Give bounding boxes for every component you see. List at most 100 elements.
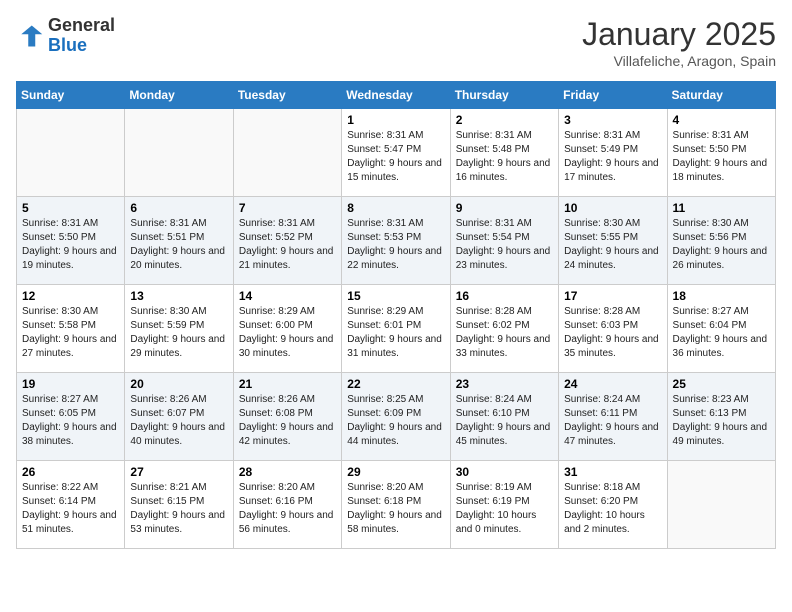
calendar-week-row: 5 Sunrise: 8:31 AMSunset: 5:50 PMDaylight… bbox=[17, 197, 776, 285]
day-number: 20 bbox=[130, 377, 227, 391]
calendar-day-cell: 30 Sunrise: 8:19 AMSunset: 6:19 PMDayligh… bbox=[450, 461, 558, 549]
logo-icon bbox=[16, 22, 44, 50]
title-block: January 2025 Villafeliche, Aragon, Spain bbox=[582, 16, 776, 69]
day-number: 24 bbox=[564, 377, 661, 391]
day-number: 9 bbox=[456, 201, 553, 215]
logo: General Blue bbox=[16, 16, 115, 56]
calendar-day-cell: 5 Sunrise: 8:31 AMSunset: 5:50 PMDaylight… bbox=[17, 197, 125, 285]
calendar-day-cell: 26Sunrise: 8:22 AMSunset: 6:14 PMDayligh… bbox=[17, 461, 125, 549]
day-number: 11 bbox=[673, 201, 770, 215]
calendar-week-row: 1 Sunrise: 8:31 AMSunset: 5:47 PMDaylight… bbox=[17, 109, 776, 197]
day-number: 19 bbox=[22, 377, 119, 391]
calendar-day-cell: 8 Sunrise: 8:31 AMSunset: 5:53 PMDaylight… bbox=[342, 197, 450, 285]
month-title: January 2025 bbox=[582, 16, 776, 53]
day-info: Sunrise: 8:25 AMSunset: 6:09 PMDaylight:… bbox=[347, 393, 444, 449]
day-info: Sunrise: 8:31 AMSunset: 5:50 PMDaylight:… bbox=[22, 217, 119, 273]
day-info: Sunrise: 8:28 AMSunset: 6:03 PMDaylight:… bbox=[564, 305, 661, 361]
day-info: Sunrise: 8:21 AMSunset: 6:15 PMDaylight:… bbox=[130, 481, 227, 537]
day-info: Sunrise: 8:30 AMSunset: 5:56 PMDaylight:… bbox=[673, 217, 770, 273]
day-info: Sunrise: 8:29 AMSunset: 6:01 PMDaylight:… bbox=[347, 305, 444, 361]
calendar-day-cell: 3 Sunrise: 8:31 AMSunset: 5:49 PMDaylight… bbox=[559, 109, 667, 197]
day-info: Sunrise: 8:19 AMSunset: 6:19 PMDaylight:… bbox=[456, 481, 553, 537]
day-number: 1 bbox=[347, 113, 444, 127]
day-info: Sunrise: 8:18 AMSunset: 6:20 PMDaylight:… bbox=[564, 481, 661, 537]
day-number: 8 bbox=[347, 201, 444, 215]
day-info: Sunrise: 8:31 AMSunset: 5:49 PMDaylight:… bbox=[564, 129, 661, 185]
day-number: 29 bbox=[347, 465, 444, 479]
day-info: Sunrise: 8:23 AMSunset: 6:13 PMDaylight:… bbox=[673, 393, 770, 449]
day-of-week-header: Tuesday bbox=[233, 82, 341, 109]
calendar-day-cell: 24 Sunrise: 8:24 AMSunset: 6:11 PMDayligh… bbox=[559, 373, 667, 461]
calendar-day-cell: 15 Sunrise: 8:29 AMSunset: 6:01 PMDayligh… bbox=[342, 285, 450, 373]
day-number: 14 bbox=[239, 289, 336, 303]
day-number: 12 bbox=[22, 289, 119, 303]
calendar-day-cell: 14 Sunrise: 8:29 AMSunset: 6:00 PMDayligh… bbox=[233, 285, 341, 373]
day-info: Sunrise: 8:30 AMSunset: 5:58 PMDaylight:… bbox=[22, 305, 119, 361]
day-info: Sunrise: 8:31 AMSunset: 5:50 PMDaylight:… bbox=[673, 129, 770, 185]
location: Villafeliche, Aragon, Spain bbox=[582, 53, 776, 69]
calendar-header-row: SundayMondayTuesdayWednesdayThursdayFrid… bbox=[17, 82, 776, 109]
logo-text: General Blue bbox=[48, 16, 115, 56]
day-info: Sunrise: 8:20 AMSunset: 6:16 PMDaylight:… bbox=[239, 481, 336, 537]
calendar-day-cell: 9 Sunrise: 8:31 AMSunset: 5:54 PMDaylight… bbox=[450, 197, 558, 285]
calendar-day-cell bbox=[17, 109, 125, 197]
calendar-day-cell: 29 Sunrise: 8:20 AMSunset: 6:18 PMDayligh… bbox=[342, 461, 450, 549]
day-number: 7 bbox=[239, 201, 336, 215]
day-info: Sunrise: 8:31 AMSunset: 5:52 PMDaylight:… bbox=[239, 217, 336, 273]
day-of-week-header: Thursday bbox=[450, 82, 558, 109]
calendar-day-cell: 17 Sunrise: 8:28 AMSunset: 6:03 PMDayligh… bbox=[559, 285, 667, 373]
day-info: Sunrise: 8:28 AMSunset: 6:02 PMDaylight:… bbox=[456, 305, 553, 361]
day-number: 6 bbox=[130, 201, 227, 215]
day-number: 17 bbox=[564, 289, 661, 303]
day-info: Sunrise: 8:24 AMSunset: 6:11 PMDaylight:… bbox=[564, 393, 661, 449]
calendar-day-cell: 20 Sunrise: 8:26 AMSunset: 6:07 PMDayligh… bbox=[125, 373, 233, 461]
day-info: Sunrise: 8:26 AMSunset: 6:08 PMDaylight:… bbox=[239, 393, 336, 449]
day-number: 3 bbox=[564, 113, 661, 127]
calendar-day-cell: 6Sunrise: 8:31 AMSunset: 5:51 PMDaylight… bbox=[125, 197, 233, 285]
calendar-day-cell: 4 Sunrise: 8:31 AMSunset: 5:50 PMDaylight… bbox=[667, 109, 775, 197]
day-info: Sunrise: 8:31 AMSunset: 5:47 PMDaylight:… bbox=[347, 129, 444, 185]
logo-blue: Blue bbox=[48, 36, 115, 56]
day-info: Sunrise: 8:31 AMSunset: 5:53 PMDaylight:… bbox=[347, 217, 444, 273]
calendar-day-cell: 12 Sunrise: 8:30 AMSunset: 5:58 PMDayligh… bbox=[17, 285, 125, 373]
day-info: Sunrise: 8:30 AMSunset: 5:55 PMDaylight:… bbox=[564, 217, 661, 273]
calendar-day-cell: 7 Sunrise: 8:31 AMSunset: 5:52 PMDaylight… bbox=[233, 197, 341, 285]
day-info: Sunrise: 8:26 AMSunset: 6:07 PMDaylight:… bbox=[130, 393, 227, 449]
day-number: 25 bbox=[673, 377, 770, 391]
calendar-day-cell: 16Sunrise: 8:28 AMSunset: 6:02 PMDayligh… bbox=[450, 285, 558, 373]
day-of-week-header: Wednesday bbox=[342, 82, 450, 109]
calendar-day-cell bbox=[125, 109, 233, 197]
calendar-day-cell: 11 Sunrise: 8:30 AMSunset: 5:56 PMDayligh… bbox=[667, 197, 775, 285]
day-info: Sunrise: 8:24 AMSunset: 6:10 PMDaylight:… bbox=[456, 393, 553, 449]
day-number: 15 bbox=[347, 289, 444, 303]
page-header: General Blue January 2025 Villafeliche, … bbox=[16, 16, 776, 69]
calendar-day-cell: 1 Sunrise: 8:31 AMSunset: 5:47 PMDaylight… bbox=[342, 109, 450, 197]
calendar-day-cell: 19Sunrise: 8:27 AMSunset: 6:05 PMDayligh… bbox=[17, 373, 125, 461]
calendar-day-cell: 27Sunrise: 8:21 AMSunset: 6:15 PMDayligh… bbox=[125, 461, 233, 549]
day-info: Sunrise: 8:31 AMSunset: 5:54 PMDaylight:… bbox=[456, 217, 553, 273]
calendar-day-cell: 23 Sunrise: 8:24 AMSunset: 6:10 PMDayligh… bbox=[450, 373, 558, 461]
calendar-week-row: 26Sunrise: 8:22 AMSunset: 6:14 PMDayligh… bbox=[17, 461, 776, 549]
day-number: 31 bbox=[564, 465, 661, 479]
day-number: 30 bbox=[456, 465, 553, 479]
day-info: Sunrise: 8:31 AMSunset: 5:48 PMDaylight:… bbox=[456, 129, 553, 185]
day-info: Sunrise: 8:29 AMSunset: 6:00 PMDaylight:… bbox=[239, 305, 336, 361]
day-info: Sunrise: 8:22 AMSunset: 6:14 PMDaylight:… bbox=[22, 481, 119, 537]
calendar-day-cell bbox=[667, 461, 775, 549]
day-number: 4 bbox=[673, 113, 770, 127]
calendar-day-cell: 2Sunrise: 8:31 AMSunset: 5:48 PMDaylight… bbox=[450, 109, 558, 197]
day-number: 23 bbox=[456, 377, 553, 391]
day-info: Sunrise: 8:20 AMSunset: 6:18 PMDaylight:… bbox=[347, 481, 444, 537]
day-number: 5 bbox=[22, 201, 119, 215]
day-number: 28 bbox=[239, 465, 336, 479]
calendar-week-row: 12 Sunrise: 8:30 AMSunset: 5:58 PMDayligh… bbox=[17, 285, 776, 373]
logo-general: General bbox=[48, 16, 115, 36]
day-of-week-header: Monday bbox=[125, 82, 233, 109]
calendar-week-row: 19Sunrise: 8:27 AMSunset: 6:05 PMDayligh… bbox=[17, 373, 776, 461]
calendar-day-cell: 22 Sunrise: 8:25 AMSunset: 6:09 PMDayligh… bbox=[342, 373, 450, 461]
calendar-day-cell: 18Sunrise: 8:27 AMSunset: 6:04 PMDayligh… bbox=[667, 285, 775, 373]
day-number: 22 bbox=[347, 377, 444, 391]
day-number: 21 bbox=[239, 377, 336, 391]
day-of-week-header: Saturday bbox=[667, 82, 775, 109]
calendar-day-cell: 21 Sunrise: 8:26 AMSunset: 6:08 PMDayligh… bbox=[233, 373, 341, 461]
